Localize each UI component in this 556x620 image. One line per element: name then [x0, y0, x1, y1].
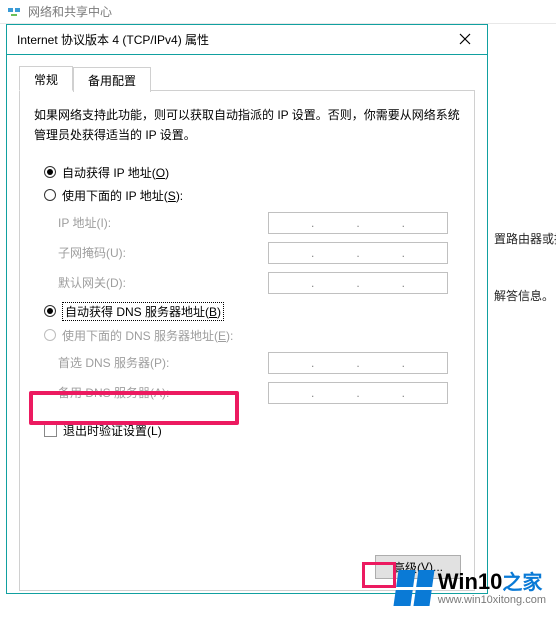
field-label: IP 地址(I): [58, 214, 268, 231]
network-center-icon [6, 4, 22, 20]
radio-icon [44, 305, 56, 317]
radio-obtain-dns-auto[interactable]: 自动获得 DNS 服务器地址(B) [44, 302, 460, 321]
parent-window-body: 置路由器或接 解答信息。 [490, 60, 556, 600]
field-label: 首选 DNS 服务器(P): [58, 354, 268, 371]
alternate-dns-input: ... [268, 382, 448, 404]
default-gateway-input: ... [268, 272, 448, 294]
checkbox-icon [44, 424, 57, 437]
dialog-titlebar[interactable]: Internet 协议版本 4 (TCP/IPv4) 属性 [7, 25, 487, 55]
tabs: 常规 备用配置 [19, 65, 475, 91]
ipv4-properties-dialog: Internet 协议版本 4 (TCP/IPv4) 属性 常规 备用配置 如果… [6, 24, 488, 594]
radio-icon [44, 166, 56, 178]
parent-window-header: 网络和共享中心 [0, 0, 556, 24]
dns-group: 自动获得 DNS 服务器地址(B) 使用下面的 DNS 服务器地址(E): 首选… [34, 302, 460, 404]
radio-icon [44, 329, 56, 341]
radio-use-dns-manual[interactable]: 使用下面的 DNS 服务器地址(E): [44, 327, 460, 344]
field-label: 子网掩码(U): [58, 244, 268, 261]
validate-on-exit-checkbox[interactable]: 退出时验证设置(L) [44, 422, 460, 439]
field-default-gateway: 默认网关(D): ... [58, 272, 460, 294]
field-alternate-dns: 备用 DNS 服务器(A): ... [58, 382, 460, 404]
ip-address-group: 自动获得 IP 地址(O) 使用下面的 IP 地址(S): IP 地址(I): … [34, 164, 460, 294]
watermark: Win10之家 www.win10xitong.com [396, 570, 546, 606]
radio-label: 自动获得 DNS 服务器地址(B) [62, 302, 224, 321]
close-button[interactable] [443, 25, 487, 54]
preferred-dns-input: ... [268, 352, 448, 374]
ip-address-input: ... [268, 212, 448, 234]
annotation-crop-marker [362, 562, 396, 588]
radio-icon [44, 189, 56, 201]
radio-label: 使用下面的 DNS 服务器地址(E): [62, 327, 233, 344]
tab-general[interactable]: 常规 [19, 66, 73, 91]
radio-use-ip-manual[interactable]: 使用下面的 IP 地址(S): [44, 187, 460, 204]
checkbox-label: 退出时验证设置(L) [63, 422, 162, 439]
radio-label: 自动获得 IP 地址(O) [62, 164, 169, 181]
tab-alternate[interactable]: 备用配置 [73, 67, 151, 92]
parent-window-title: 网络和共享中心 [28, 3, 112, 20]
field-label: 备用 DNS 服务器(A): [58, 384, 268, 401]
parent-hint-2: 解答信息。 [494, 287, 552, 304]
radio-obtain-ip-auto[interactable]: 自动获得 IP 地址(O) [44, 164, 460, 181]
watermark-suffix: 之家 [502, 572, 542, 594]
close-icon [459, 32, 471, 48]
field-ip-address: IP 地址(I): ... [58, 212, 460, 234]
parent-hint-1: 置路由器或接 [494, 230, 552, 247]
description-text: 如果网络支持此功能，则可以获取自动指派的 IP 设置。否则，你需要从网络系统管理… [34, 105, 460, 146]
radio-label: 使用下面的 IP 地址(S): [62, 187, 183, 204]
dialog-title: Internet 协议版本 4 (TCP/IPv4) 属性 [17, 31, 209, 48]
windows-logo-icon [393, 570, 434, 606]
tab-panel-general: 如果网络支持此功能，则可以获取自动指派的 IP 设置。否则，你需要从网络系统管理… [19, 91, 475, 591]
field-label: 默认网关(D): [58, 274, 268, 291]
watermark-brand: Win10 [438, 569, 503, 594]
watermark-url: www.win10xitong.com [438, 594, 546, 606]
field-subnet-mask: 子网掩码(U): ... [58, 242, 460, 264]
subnet-mask-input: ... [268, 242, 448, 264]
field-preferred-dns: 首选 DNS 服务器(P): ... [58, 352, 460, 374]
